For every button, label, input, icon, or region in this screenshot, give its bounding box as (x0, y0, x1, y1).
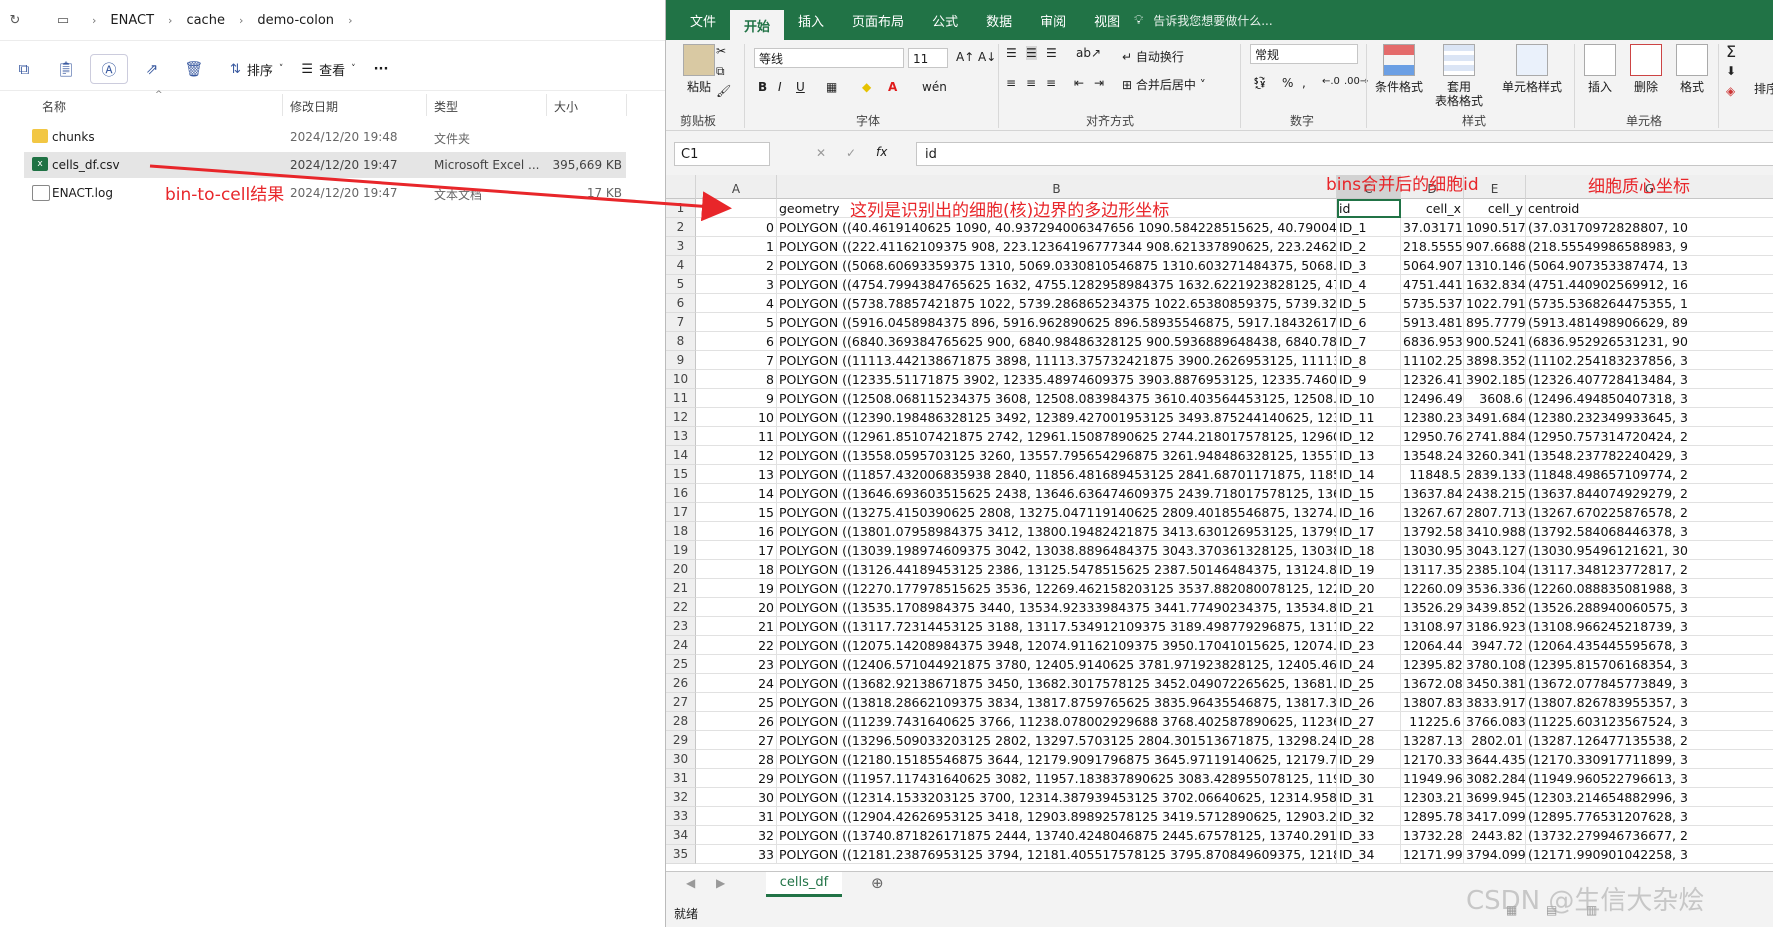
annotation-centroid-note: 细胞质心坐标 (1588, 177, 1690, 197)
watermark: CSDN @生信大杂烩 (1466, 886, 1705, 916)
annotation-polygon-note: 这列是识别出的细胞(核)边界的多边形坐标 (850, 201, 1170, 221)
annotation-bins-id-note: bins合并后的细胞id (1326, 175, 1479, 195)
annotation-bin-to-cell: bin-to-cell结果 (165, 185, 285, 205)
annotation-arrow-layer (149, 164, 732, 222)
